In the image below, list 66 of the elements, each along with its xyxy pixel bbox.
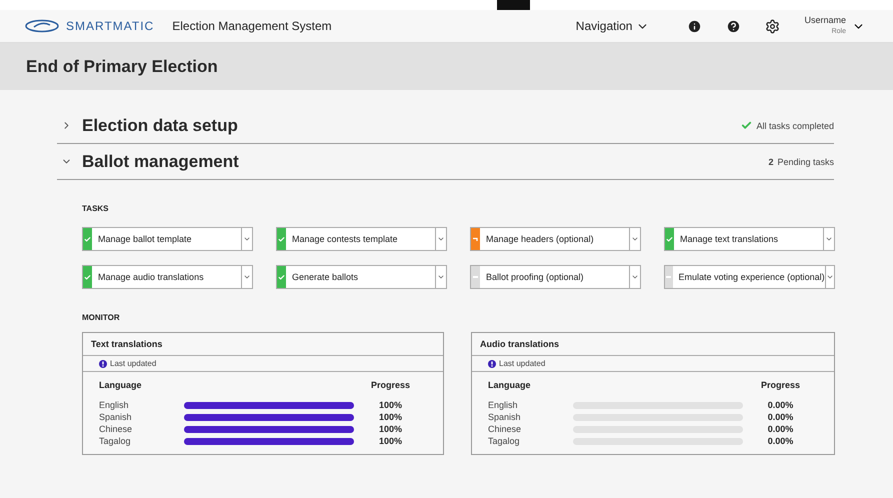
task-dropdown[interactable]: Manage headers (optional) (470, 227, 641, 251)
column-header: Progress (760, 380, 800, 390)
task-dropdown[interactable]: Generate ballots (276, 265, 447, 289)
page-title: End of Primary Election (26, 56, 218, 76)
language-name: English (99, 400, 130, 410)
info-icon (488, 360, 496, 368)
logo: SMARTMATIC (24, 19, 154, 33)
info-icon[interactable] (687, 18, 702, 34)
panel-title: Audio translations (472, 333, 834, 356)
info-icon (99, 360, 107, 368)
progress-value: 0.00% (768, 400, 794, 410)
dark-block (497, 0, 530, 10)
check-icon (666, 236, 673, 242)
help-icon[interactable] (726, 18, 742, 34)
dash-icon (666, 276, 672, 278)
caret-icon (243, 273, 251, 281)
caret-icon (631, 273, 639, 281)
progress-value: 100% (378, 424, 402, 434)
check-icon (278, 236, 285, 242)
navigation-menu[interactable]: Navigation (574, 17, 652, 35)
progress-value: 0.00% (768, 436, 794, 446)
language-name: English (488, 400, 519, 410)
task-dropdown[interactable]: Manage ballot template (82, 227, 253, 251)
language-name: Spanish (488, 412, 522, 422)
check-icon (84, 274, 91, 280)
caret-icon (437, 235, 445, 243)
caret-icon (243, 235, 251, 243)
check-icon (278, 274, 285, 280)
last-updated: Last updated (110, 359, 156, 368)
task-dropdown[interactable]: Manage contests template (276, 227, 447, 251)
settings-icon[interactable] (765, 18, 780, 34)
language-name: Tagalog (488, 436, 521, 446)
language-name: Chinese (488, 424, 522, 434)
progress-value: 100% (378, 400, 402, 410)
caret-icon (437, 273, 445, 281)
dash-icon (473, 276, 478, 278)
hook-icon (473, 237, 478, 241)
panel-title: Text translations (83, 333, 443, 356)
task-dropdown[interactable]: Emulate voting experience (optional) (664, 265, 835, 289)
language-name: Chinese (99, 424, 134, 434)
task-dropdown[interactable]: Manage text translations (664, 227, 835, 251)
tasks-label: TASKS (82, 204, 110, 213)
caret-icon (826, 273, 834, 281)
column-header: Progress (370, 380, 410, 390)
language-name: Spanish (99, 412, 133, 422)
progress-value: 100% (378, 436, 402, 446)
caret-icon (631, 235, 639, 243)
check-icon (741, 120, 752, 131)
language-name: Tagalog (99, 436, 132, 446)
column-header: Language (99, 380, 143, 390)
progress-value: 100% (378, 412, 402, 422)
progress-value: 0.00% (768, 412, 794, 422)
progress-value: 0.00% (768, 424, 794, 434)
app-title: Election Management System (172, 19, 332, 33)
task-dropdown[interactable]: Ballot proofing (optional) (470, 265, 641, 289)
section-header[interactable]: Election data setup All tasks completed (57, 108, 834, 144)
logo-icon (24, 19, 60, 33)
last-updated: Last updated (499, 359, 546, 368)
caret-icon (825, 235, 833, 243)
check-icon (84, 236, 91, 242)
section-status: 2 Pending tasks (768, 156, 834, 166)
column-header: Language (488, 380, 532, 390)
section-status: All tasks completed (741, 120, 834, 131)
monitor-label: MONITOR (82, 313, 121, 322)
task-dropdown[interactable]: Manage audio translations (82, 265, 253, 289)
section-header[interactable]: Ballot management 2 Pending tasks (57, 144, 834, 180)
